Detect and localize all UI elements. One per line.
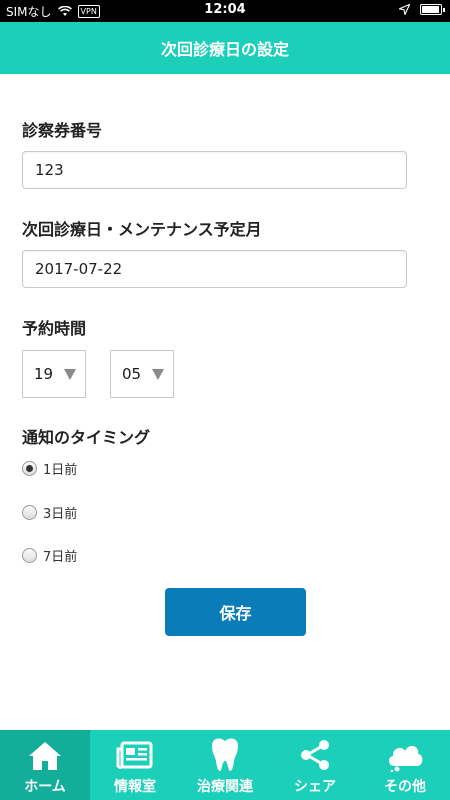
radio-label: 1日前: [43, 463, 78, 478]
card-number-label: 診察券番号: [22, 121, 103, 140]
radio-label: 3日前: [43, 507, 78, 522]
tab-treatment[interactable]: 治療関連: [180, 730, 270, 800]
tab-label: ホーム: [24, 779, 66, 795]
notification-label: 通知のタイミング: [22, 428, 151, 447]
cloud-icon: [388, 745, 423, 772]
radio-option-1day[interactable]: 1日前: [22, 459, 77, 478]
tab-label: 情報室: [114, 779, 156, 795]
battery-icon: [420, 4, 445, 15]
tab-others[interactable]: その他: [360, 730, 450, 800]
tab-label: その他: [384, 779, 426, 795]
location-arrow-icon: [399, 4, 410, 15]
status-bar-right: [399, 4, 445, 15]
minute-value: 05: [122, 365, 142, 383]
minute-select[interactable]: 05: [110, 350, 174, 398]
next-visit-label: 次回診療日・メンテナンス予定月: [22, 220, 262, 239]
share-icon: [301, 740, 329, 770]
radio-option-7day[interactable]: 7日前: [22, 546, 77, 565]
tab-bar: ホーム 情報室 治療関連 シェア その他: [0, 730, 450, 800]
tooth-icon: [212, 738, 238, 771]
radio-label: 7日前: [43, 550, 78, 565]
header: 次回診療日の設定: [0, 22, 450, 74]
dropdown-arrow-icon: [64, 369, 76, 380]
reservation-time-label: 予約時間: [22, 319, 87, 338]
newspaper-icon: [116, 741, 153, 769]
clock: 12:04: [204, 2, 246, 17]
radio-button[interactable]: [22, 548, 37, 563]
radio-button-checked[interactable]: [22, 461, 37, 476]
card-number-input[interactable]: 123: [22, 151, 407, 189]
page-title: 次回診療日の設定: [160, 40, 289, 59]
radio-button[interactable]: [22, 505, 37, 520]
tab-info-room[interactable]: 情報室: [90, 730, 180, 800]
tab-home[interactable]: ホーム: [0, 730, 90, 800]
tab-label: 治療関連: [197, 779, 253, 795]
dropdown-arrow-icon: [152, 369, 164, 380]
status-bar: SIMなし VPN 12:04: [0, 0, 450, 22]
tab-share[interactable]: シェア: [270, 730, 360, 800]
save-button[interactable]: 保存: [165, 588, 306, 636]
home-icon: [29, 742, 61, 770]
hour-value: 19: [34, 365, 54, 383]
radio-option-3day[interactable]: 3日前: [22, 503, 77, 522]
next-visit-date-input[interactable]: 2017-07-22: [22, 250, 407, 288]
hour-select[interactable]: 19: [22, 350, 86, 398]
tab-label: シェア: [294, 779, 336, 795]
